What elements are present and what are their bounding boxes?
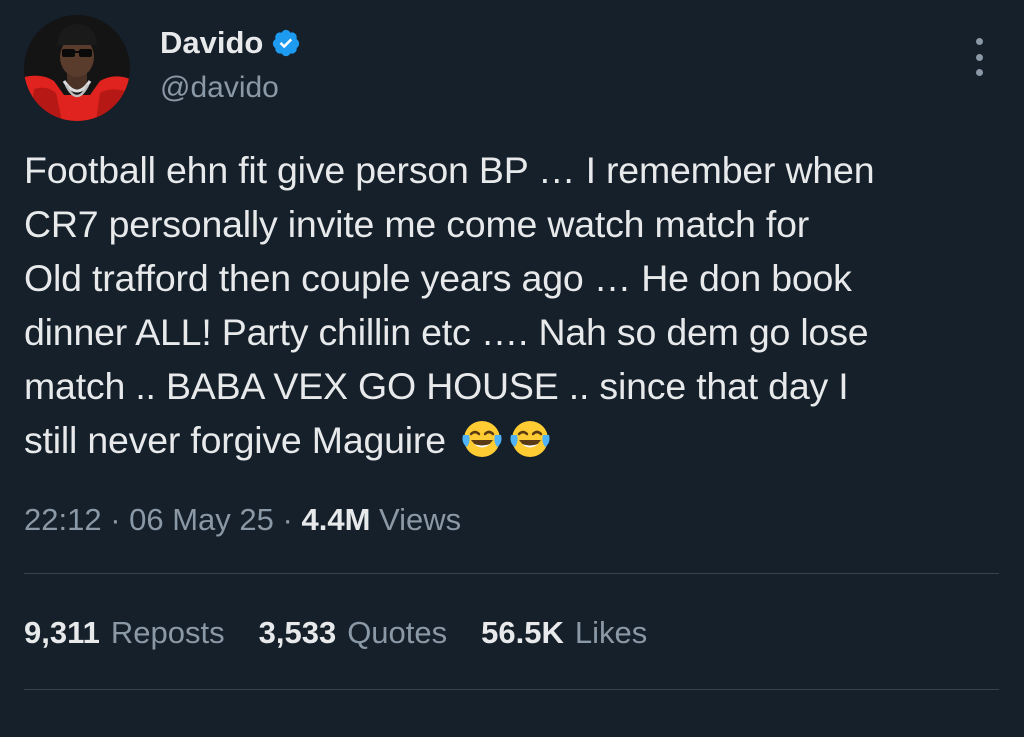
tweet-meta: 22:12 · 06 May 25 · 4.4M Views (24, 496, 461, 544)
likes-stat[interactable]: 56.5K Likes (481, 609, 647, 657)
dot (975, 38, 983, 45)
more-options-icon[interactable] (964, 38, 994, 76)
tweet-time[interactable]: 22:12 (24, 502, 102, 537)
display-name[interactable]: Davido (160, 22, 263, 64)
avatar-image (24, 15, 130, 121)
likes-label: Likes (574, 615, 648, 650)
dot (975, 69, 983, 76)
meta-separator: · (273, 502, 302, 537)
quotes-label: Quotes (347, 615, 448, 650)
face-with-tears-of-joy-icon (510, 421, 550, 457)
verified-badge-icon[interactable] (271, 28, 301, 58)
face-with-tears-of-joy-icon (462, 421, 502, 457)
tweet-text: Football ehn fit give person BP … I reme… (24, 143, 999, 467)
views-count: 4.4M (301, 502, 371, 537)
divider (24, 689, 999, 690)
reposts-count: 9,311 (24, 615, 100, 650)
tweet-date[interactable]: 06 May 25 (129, 502, 274, 537)
engagement-stats: 9,311 Reposts 3,533 Quotes 56.5K Likes (24, 609, 681, 657)
author-info: Davido @davido (160, 22, 301, 109)
profile-avatar[interactable] (24, 15, 130, 121)
tweet-body: Football ehn fit give person BP … I reme… (24, 149, 875, 461)
divider (24, 573, 999, 574)
tweet-card: Davido @davido Football ehn fit give per… (0, 0, 1024, 737)
quotes-stat[interactable]: 3,533 Quotes (259, 609, 448, 657)
reposts-stat[interactable]: 9,311 Reposts (24, 609, 225, 657)
likes-count: 56.5K (481, 615, 564, 650)
dot (975, 53, 983, 61)
quotes-count: 3,533 (258, 615, 337, 650)
handle[interactable]: @davido (160, 67, 301, 109)
reposts-label: Reposts (110, 615, 225, 650)
meta-separator: · (101, 502, 130, 537)
views-label: Views (379, 502, 462, 537)
name-row: Davido (160, 22, 301, 64)
